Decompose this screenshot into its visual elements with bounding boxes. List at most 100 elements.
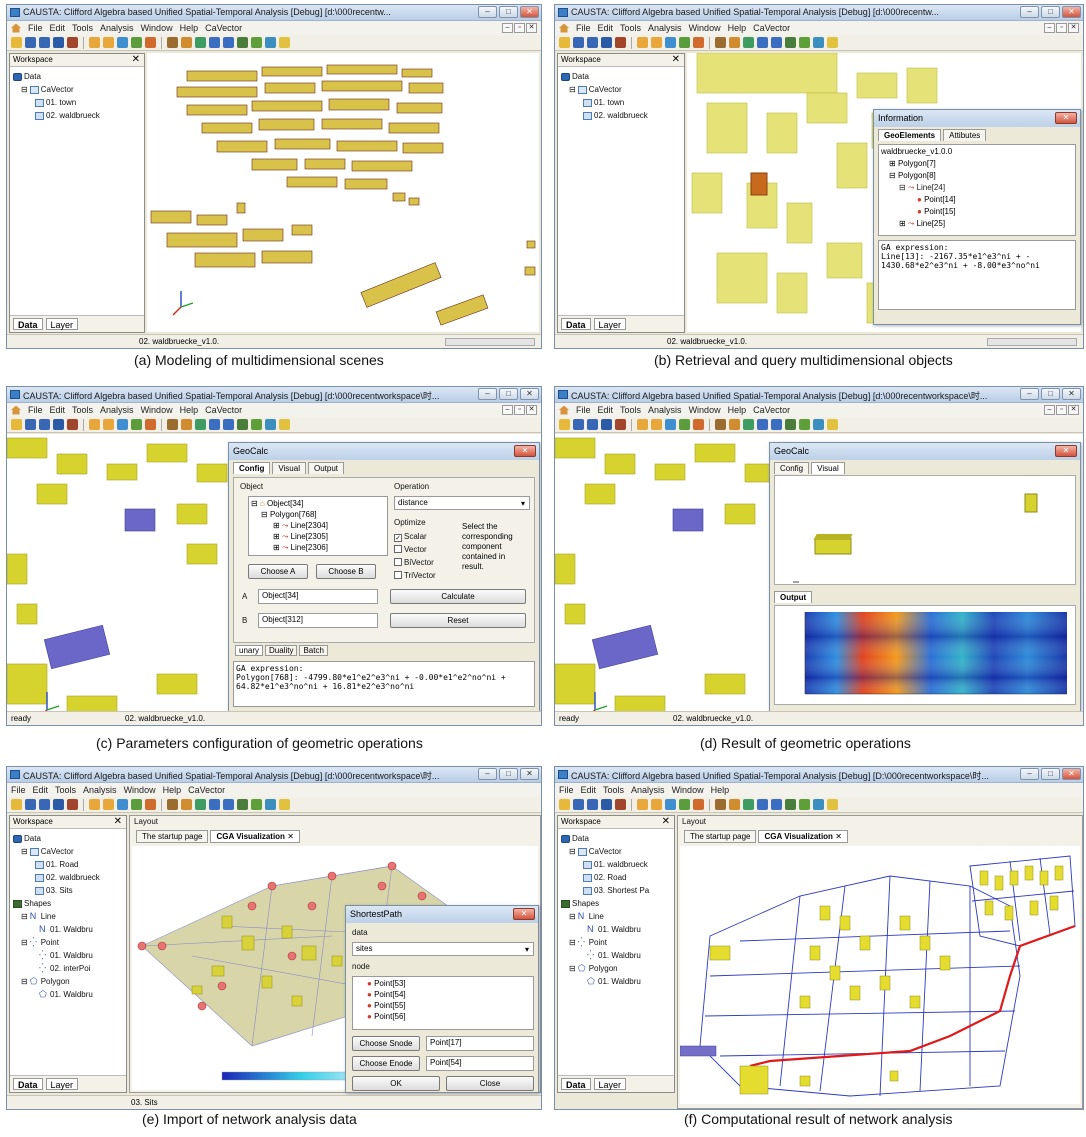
mdi-minimize-button[interactable]: – — [1044, 405, 1055, 415]
menu-cavector[interactable]: CaVector — [188, 785, 225, 795]
toolbar-tool-icon[interactable] — [251, 799, 262, 810]
minimize-button[interactable]: – — [478, 388, 497, 400]
toolbar-tool-icon[interactable] — [799, 799, 810, 810]
tree-node[interactable]: ⁛ 02. interPoi — [13, 962, 126, 975]
toolbar-tool-icon[interactable] — [601, 799, 612, 810]
menu-edit[interactable]: Edit — [581, 785, 597, 795]
toolbar-tool-icon[interactable] — [11, 37, 22, 48]
toolbar-tool-icon[interactable] — [237, 799, 248, 810]
toolbar-tool-icon[interactable] — [25, 37, 36, 48]
tab-cga-visualization[interactable]: CGA Visualization ✕ — [758, 830, 848, 843]
menu-help[interactable]: Help — [163, 785, 182, 795]
minimize-button[interactable]: – — [1020, 388, 1039, 400]
tab-duality[interactable]: Duality — [265, 645, 298, 656]
mdi-minimize-button[interactable]: – — [502, 405, 513, 415]
home-icon[interactable] — [559, 23, 569, 33]
toolbar-tool-icon[interactable] — [729, 799, 740, 810]
toolbar-tool-icon[interactable] — [715, 799, 726, 810]
toolbar-tool-icon[interactable] — [651, 419, 662, 430]
tab-cga-visualization[interactable]: CGA Visualization ✕ — [210, 830, 300, 843]
toolbar-tool-icon[interactable] — [665, 799, 676, 810]
menu-help[interactable]: Help — [180, 23, 199, 33]
snode-field[interactable]: Point[17] — [426, 1036, 534, 1051]
tab-layer[interactable]: Layer — [593, 1078, 627, 1090]
menu-analysis[interactable]: Analysis — [100, 405, 134, 415]
checkbox[interactable] — [394, 558, 402, 566]
toolbar-tool-icon[interactable] — [615, 419, 626, 430]
mdi-restore-button[interactable]: ▫ — [1056, 23, 1067, 33]
toolbar-tool-icon[interactable] — [223, 799, 234, 810]
tree-node[interactable]: ⊞ Polygon[7] — [881, 159, 1073, 171]
mdi-restore-button[interactable]: ▫ — [514, 405, 525, 415]
toolbar-tool-icon[interactable] — [279, 37, 290, 48]
toolbar-tool-icon[interactable] — [67, 37, 78, 48]
menu-help[interactable]: Help — [728, 23, 747, 33]
toolbar-tool-icon[interactable] — [729, 419, 740, 430]
list-item[interactable]: ● Point[53] — [367, 979, 533, 990]
menu-file[interactable]: File — [576, 23, 591, 33]
minimize-button[interactable]: – — [478, 6, 497, 18]
maximize-button[interactable]: □ — [1041, 768, 1060, 780]
dialog-close-button[interactable]: ✕ — [1055, 445, 1077, 457]
toolbar-tool-icon[interactable] — [637, 419, 648, 430]
toolbar-tool-icon[interactable] — [757, 37, 768, 48]
toolbar-tool-icon[interactable] — [251, 37, 262, 48]
toolbar-tool-icon[interactable] — [715, 37, 726, 48]
toolbar-tool-icon[interactable] — [223, 419, 234, 430]
toolbar-tool-icon[interactable] — [715, 419, 726, 430]
menu-tools[interactable]: Tools — [72, 23, 93, 33]
toolbar-tool-icon[interactable] — [757, 419, 768, 430]
object-a[interactable] — [124, 508, 156, 532]
tree-node[interactable]: ⊞ ⤳ Line[25] — [881, 219, 1073, 231]
minimize-button[interactable]: – — [1020, 768, 1039, 780]
close-button[interactable]: ✕ — [520, 6, 539, 18]
menu-window[interactable]: Window — [141, 405, 173, 415]
tree-node[interactable]: 03. Sits — [13, 884, 126, 897]
checkbox-checked[interactable]: ✓ — [394, 534, 402, 542]
close-button[interactable]: ✕ — [1062, 768, 1081, 780]
toolbar-tool-icon[interactable] — [601, 37, 612, 48]
enode-field[interactable]: Point[54] — [426, 1056, 534, 1071]
tab-data[interactable]: Data — [13, 1078, 43, 1090]
toolbar-tool-icon[interactable] — [279, 799, 290, 810]
toolbar-tool-icon[interactable] — [117, 419, 128, 430]
tree-node[interactable]: ⊞ ⤳ Line[2306] — [251, 543, 385, 554]
maximize-button[interactable]: □ — [499, 768, 518, 780]
toolbar-tool-icon[interactable] — [167, 799, 178, 810]
menu-file[interactable]: File — [11, 785, 26, 795]
tree-node[interactable]: waldbruecke_v1.0.0 — [881, 147, 1073, 159]
toolbar-tool-icon[interactable] — [559, 419, 570, 430]
toolbar-tool-icon[interactable] — [587, 37, 598, 48]
menu-help[interactable]: Help — [180, 405, 199, 415]
tab-layer[interactable]: Layer — [593, 318, 627, 330]
tree-node[interactable]: ⬠ 01. Waldbru — [561, 975, 674, 988]
minimize-button[interactable]: – — [1020, 6, 1039, 18]
menu-edit[interactable]: Edit — [598, 405, 614, 415]
minimize-button[interactable]: – — [478, 768, 497, 780]
toolbar-tool-icon[interactable] — [67, 419, 78, 430]
toolbar-tool-icon[interactable] — [195, 419, 206, 430]
list-item[interactable]: ● Point[55] — [367, 1001, 533, 1012]
choose-enode-button[interactable]: Choose Enode — [352, 1056, 420, 1071]
tree-node[interactable]: ⬠ 01. Waldbru — [13, 988, 126, 1001]
toolbar-tool-icon[interactable] — [167, 37, 178, 48]
choose-b-button[interactable]: Choose B — [316, 564, 376, 579]
toolbar-tool-icon[interactable] — [693, 799, 704, 810]
menu-file[interactable]: File — [559, 785, 574, 795]
toolbar-tool-icon[interactable] — [637, 37, 648, 48]
dialog-close-button[interactable]: ✕ — [514, 445, 536, 457]
data-select[interactable]: sites ▾ — [352, 942, 534, 956]
operation-select[interactable]: distance ▾ — [394, 496, 530, 510]
maximize-button[interactable]: □ — [1041, 6, 1060, 18]
menu-help[interactable]: Help — [728, 405, 747, 415]
toolbar-tool-icon[interactable] — [573, 37, 584, 48]
maximize-button[interactable]: □ — [499, 6, 518, 18]
mdi-minimize-button[interactable]: – — [1044, 23, 1055, 33]
toolbar-tool-icon[interactable] — [39, 799, 50, 810]
tab-startup-page[interactable]: The startup page — [684, 830, 757, 843]
toolbar-tool-icon[interactable] — [145, 37, 156, 48]
tree-node[interactable]: Data — [13, 832, 126, 845]
option-scalar[interactable]: ✓ Scalar — [394, 532, 427, 542]
menu-file[interactable]: File — [576, 405, 591, 415]
menu-tools[interactable]: Tools — [620, 23, 641, 33]
